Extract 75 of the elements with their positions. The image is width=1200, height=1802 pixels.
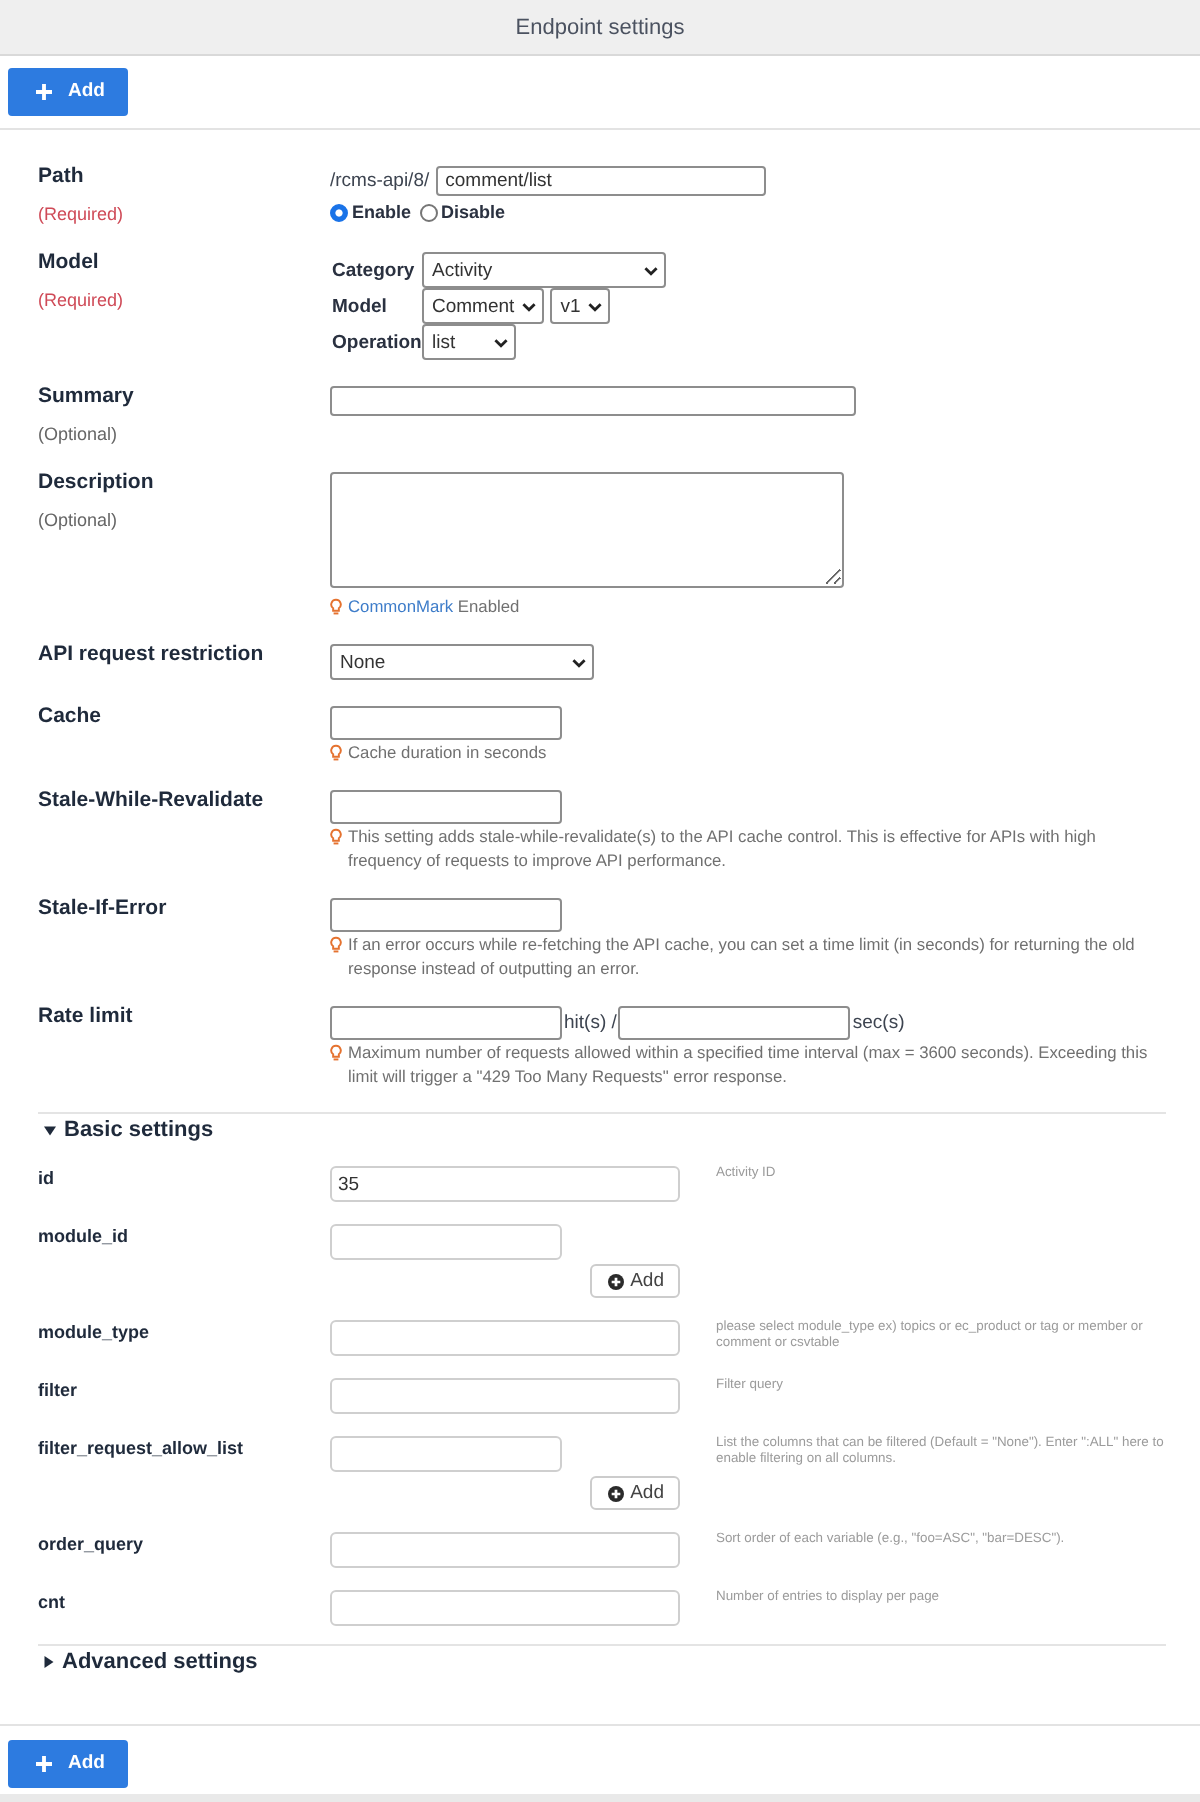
text-input[interactable] <box>330 1590 680 1626</box>
field-label: order_query <box>38 1532 146 1558</box>
field-label: filter_request_allow_list <box>38 1436 246 1462</box>
field-label: Stale-If-Error <box>38 896 169 920</box>
selector-label: Model <box>330 295 389 317</box>
field-label: Path <box>38 164 86 188</box>
chevron-down-icon <box>494 337 508 347</box>
field-label: module_id <box>38 1224 131 1250</box>
field-label: filter <box>38 1378 80 1404</box>
radio-option[interactable]: Enable <box>330 200 412 224</box>
section-toggle[interactable]: Basic settings <box>44 1118 214 1142</box>
dropdown[interactable]: v1 <box>550 288 611 324</box>
requirement-note: (Optional) <box>38 422 120 446</box>
hint-text: Maximum number of requests allowed within a specified time interval (max = 3600 seconds). Exceeding this limit will trigger a "429 Too Many Requests" error response. <box>348 1040 1150 1088</box>
dropdown[interactable]: Activity <box>422 252 666 288</box>
field-label: id <box>38 1166 56 1192</box>
window-title: Endpoint settings <box>515 15 685 39</box>
requirement-note: (Required) <box>38 288 126 312</box>
section-toggle[interactable]: Advanced settings <box>44 1650 258 1674</box>
text-input[interactable] <box>330 1224 562 1260</box>
chevron-down-icon <box>644 265 658 275</box>
circle-plus-icon <box>608 1273 625 1289</box>
selector-label: Operation <box>330 331 422 353</box>
field-label: Description <box>38 470 156 494</box>
circle-plus-icon <box>608 1485 625 1501</box>
field-label: Cache <box>38 704 104 728</box>
dropdown[interactable]: Comment <box>422 288 545 324</box>
field-label: Stale-While-Revalidate <box>38 788 266 812</box>
number-input[interactable] <box>330 898 562 932</box>
requirement-note: (Optional) <box>38 508 120 532</box>
field-label: Summary <box>38 384 136 408</box>
requirement-note: (Required) <box>38 202 126 226</box>
unit-label: sec(s) <box>852 1012 905 1034</box>
textarea-field[interactable] <box>330 472 844 588</box>
add-button[interactable]: Add <box>8 1740 128 1788</box>
field-label: API request restriction <box>38 642 266 666</box>
dropdown[interactable]: None <box>330 644 594 680</box>
add-button[interactable]: Add <box>8 68 128 116</box>
lightbulb-icon <box>330 743 342 761</box>
number-input[interactable] <box>330 1006 562 1040</box>
text-input[interactable] <box>330 1532 680 1568</box>
lightbulb-icon <box>330 597 342 615</box>
lightbulb-icon <box>330 935 342 953</box>
chevron-down-icon <box>588 301 603 311</box>
text-input[interactable] <box>330 1378 680 1414</box>
add-item-button[interactable]: Add <box>590 1264 680 1298</box>
field-label: Rate limit <box>38 1004 135 1028</box>
text-input[interactable] <box>330 386 856 416</box>
text-input[interactable]: 35 <box>330 1166 680 1202</box>
field-label: module_type <box>38 1320 152 1346</box>
field-label: cnt <box>38 1590 67 1616</box>
plus-icon <box>36 84 52 100</box>
number-input[interactable] <box>618 1006 851 1040</box>
hint-text: If an error occurs while re-fetching the API cache, you can set a time limit (in seconds) for returning the old response instead of outputting an error. <box>348 932 1137 980</box>
lightbulb-icon <box>330 827 342 845</box>
hint-text: This setting adds stale-while-revalidate(s) to the API cache control. This is effective for APIs with high frequency of requests to improve API performance. <box>348 824 1098 872</box>
number-input[interactable] <box>330 706 562 740</box>
text-input[interactable] <box>330 1320 680 1356</box>
lightbulb-icon <box>330 1043 342 1061</box>
path-input[interactable]: comment/list <box>435 166 766 196</box>
hint-text: CommonMark Enabled <box>348 594 522 618</box>
hint-text: Cache duration in seconds <box>348 740 549 764</box>
chevron-down-icon <box>572 657 586 667</box>
selector-label: Category <box>330 259 417 281</box>
number-input[interactable] <box>330 790 562 824</box>
field-label: Model <box>38 250 101 274</box>
add-item-button[interactable]: Add <box>590 1476 680 1510</box>
path-prefix: /rcms-api/8/ <box>330 170 430 192</box>
chevron-down-icon <box>522 301 537 311</box>
plus-icon <box>36 1756 52 1772</box>
text-input[interactable] <box>330 1436 562 1472</box>
dropdown[interactable]: list <box>422 324 516 360</box>
unit-label: hit(s) / <box>564 1012 617 1034</box>
radio-option[interactable]: Disable <box>419 200 506 224</box>
doc-link[interactable]: CommonMark <box>348 596 454 616</box>
